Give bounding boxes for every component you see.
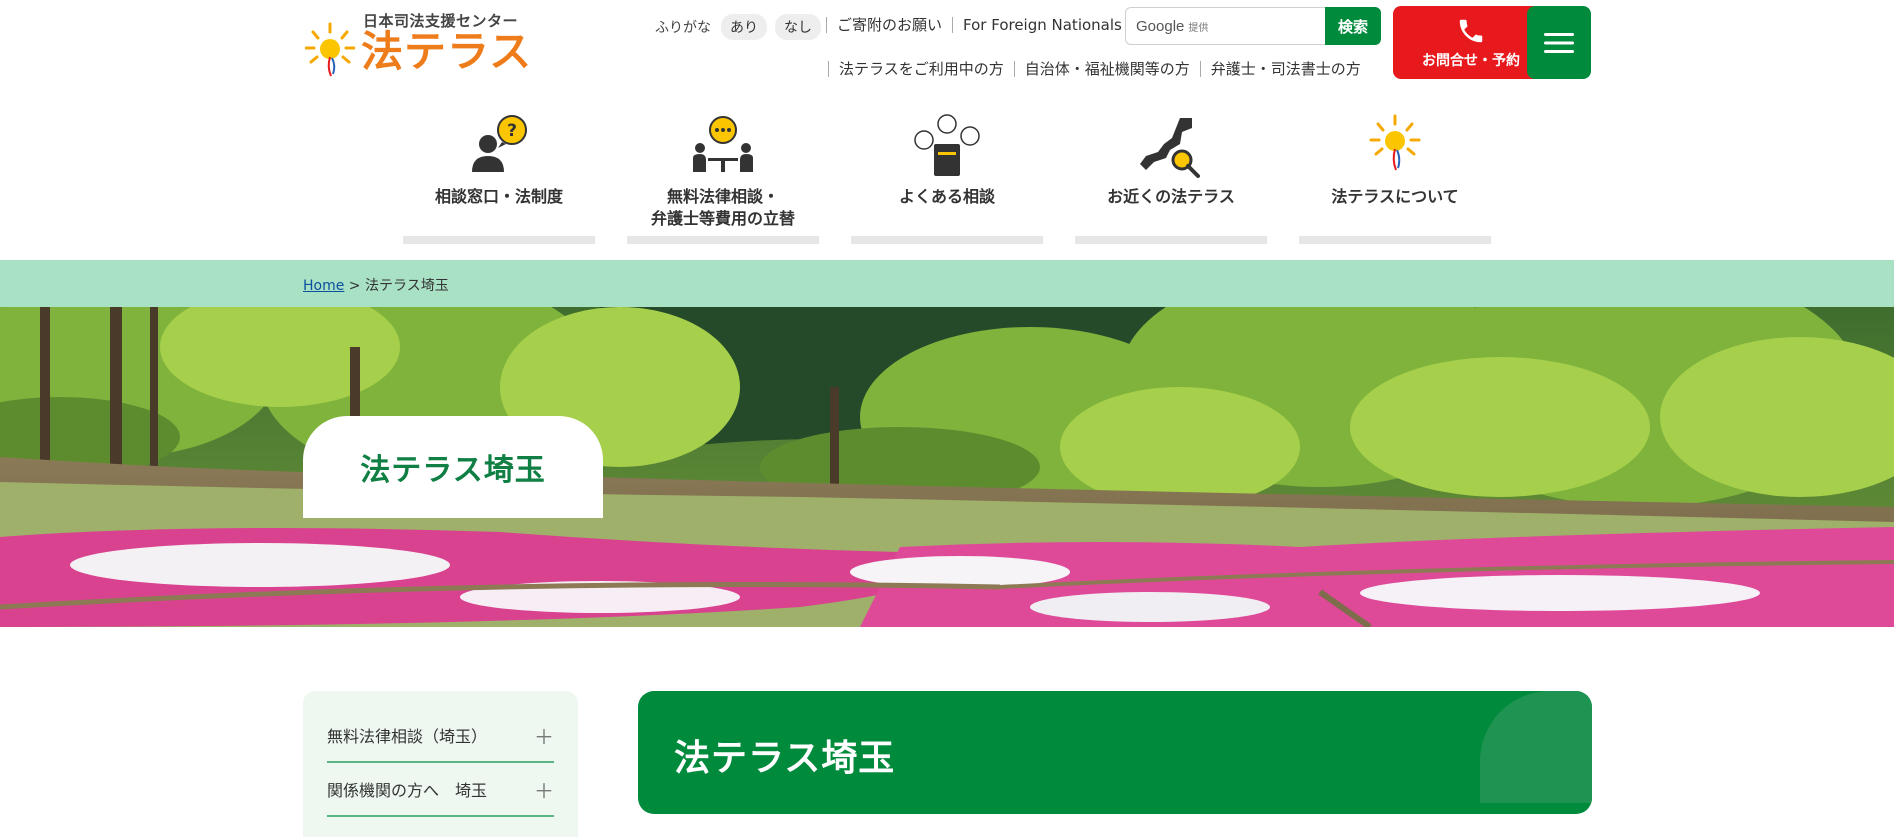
nav-item-about[interactable]: 法テラスについて xyxy=(1299,112,1491,244)
furigana-label: ふりがな xyxy=(655,20,711,36)
site-logo[interactable]: 日本司法支援センター 法テラス xyxy=(303,10,533,77)
current-users-link[interactable]: 法テラスをご利用中の方 xyxy=(829,58,1014,79)
nav-label: 法テラスについて xyxy=(1331,187,1459,206)
sun-logo-icon xyxy=(1369,114,1421,171)
person-question-icon: ? xyxy=(472,115,527,172)
nav-underline xyxy=(403,236,595,244)
sidebar-item-free-consultation[interactable]: 無料法律相談（埼玉） ＋ xyxy=(327,709,554,763)
nav-item-consultation[interactable]: ? 相談窓口・法制度 xyxy=(403,112,595,244)
google-brand: Google xyxy=(1136,17,1185,35)
nav-label: 相談窓口・法制度 xyxy=(434,187,563,206)
nav-underline xyxy=(1075,236,1267,244)
search-button[interactable]: 検索 xyxy=(1325,7,1381,45)
hamburger-menu-button[interactable] xyxy=(1527,6,1591,79)
nav-underline xyxy=(851,236,1043,244)
hamburger-icon xyxy=(1544,32,1574,53)
audience-links: 法テラスをご利用中の方 自治体・福祉機関等の方 弁護士・司法書士の方 xyxy=(828,58,1371,79)
main-navigation: ? 相談窓口・法制度 無料法律相談・ 弁護士等費用の立替 よくある相談 お近くの… xyxy=(403,112,1491,244)
nav-label-line1: 無料法律相談・ xyxy=(666,187,779,206)
sidebar-item-label: 関係機関の方へ 埼玉 xyxy=(327,781,488,800)
breadcrumb-current: 法テラス埼玉 xyxy=(364,278,449,294)
japan-map-search-icon xyxy=(1140,118,1200,178)
hero-banner: 法テラス埼玉 xyxy=(0,307,1894,627)
plus-icon: ＋ xyxy=(534,778,554,803)
nav-label-line2: 弁護士等費用の立替 xyxy=(650,209,795,228)
furigana-toggle: ふりがな あり なし xyxy=(655,14,829,40)
nav-label: お近くの法テラス xyxy=(1107,187,1235,206)
sun-logo-icon xyxy=(305,22,355,77)
site-search: Google 提供 検索 xyxy=(1125,7,1381,45)
page-title: 法テラス埼玉 xyxy=(674,738,896,779)
furigana-off-button[interactable]: なし xyxy=(775,14,821,40)
breadcrumb-home-link[interactable]: Home xyxy=(303,278,344,294)
breadcrumb: Home > 法テラス埼玉 xyxy=(0,260,1894,307)
furigana-on-button[interactable]: あり xyxy=(721,14,767,40)
lawyers-link[interactable]: 弁護士・司法書士の方 xyxy=(1201,58,1371,79)
donation-link[interactable]: ご寄附のお願い xyxy=(827,14,952,35)
sidebar-item-related-organizations[interactable]: 関係機関の方へ 埼玉 ＋ xyxy=(327,763,554,817)
breadcrumb-separator: > xyxy=(348,278,361,294)
heading-decoration xyxy=(1480,691,1592,803)
nav-item-nearby-office[interactable]: お近くの法テラス xyxy=(1075,112,1267,244)
municipalities-link[interactable]: 自治体・福祉機関等の方 xyxy=(1015,58,1200,79)
logo-title: 法テラス xyxy=(361,27,533,76)
nav-item-faq[interactable]: よくある相談 xyxy=(851,112,1043,244)
provided-by-label: 提供 xyxy=(1188,22,1209,34)
foreign-nationals-link[interactable]: For Foreign Nationals xyxy=(953,16,1132,34)
nav-underline xyxy=(627,236,819,244)
nav-label: よくある相談 xyxy=(898,187,995,206)
consultation-icon xyxy=(693,116,753,172)
contact-button-label: お問合せ・予約 xyxy=(1422,52,1520,69)
search-input[interactable]: Google 提供 xyxy=(1125,7,1325,45)
hero-title: 法テラス埼玉 xyxy=(303,416,603,518)
phone-icon xyxy=(1459,19,1483,42)
sidebar-menu: 無料法律相談（埼玉） ＋ 関係機関の方へ 埼玉 ＋ xyxy=(303,691,578,837)
sidebar-item-label: 無料法律相談（埼玉） xyxy=(327,727,488,746)
page-heading-card: 法テラス埼玉 xyxy=(638,691,1592,814)
faq-book-icon xyxy=(914,114,980,176)
plus-icon: ＋ xyxy=(534,724,554,749)
top-links: ご寄附のお願い For Foreign Nationals xyxy=(826,14,1132,35)
nav-underline xyxy=(1299,236,1491,244)
hero-landscape-image xyxy=(0,307,1894,627)
nav-label: 無料法律相談・ 弁護士等費用の立替 xyxy=(651,186,795,230)
svg-text:?: ? xyxy=(507,121,517,141)
nav-item-free-legal-consultation[interactable]: 無料法律相談・ 弁護士等費用の立替 xyxy=(627,112,819,244)
contact-button[interactable]: お問合せ・予約 xyxy=(1393,6,1549,79)
site-header: 日本司法支援センター 法テラス ふりがな あり なし ご寄附のお願い For F… xyxy=(0,0,1894,260)
